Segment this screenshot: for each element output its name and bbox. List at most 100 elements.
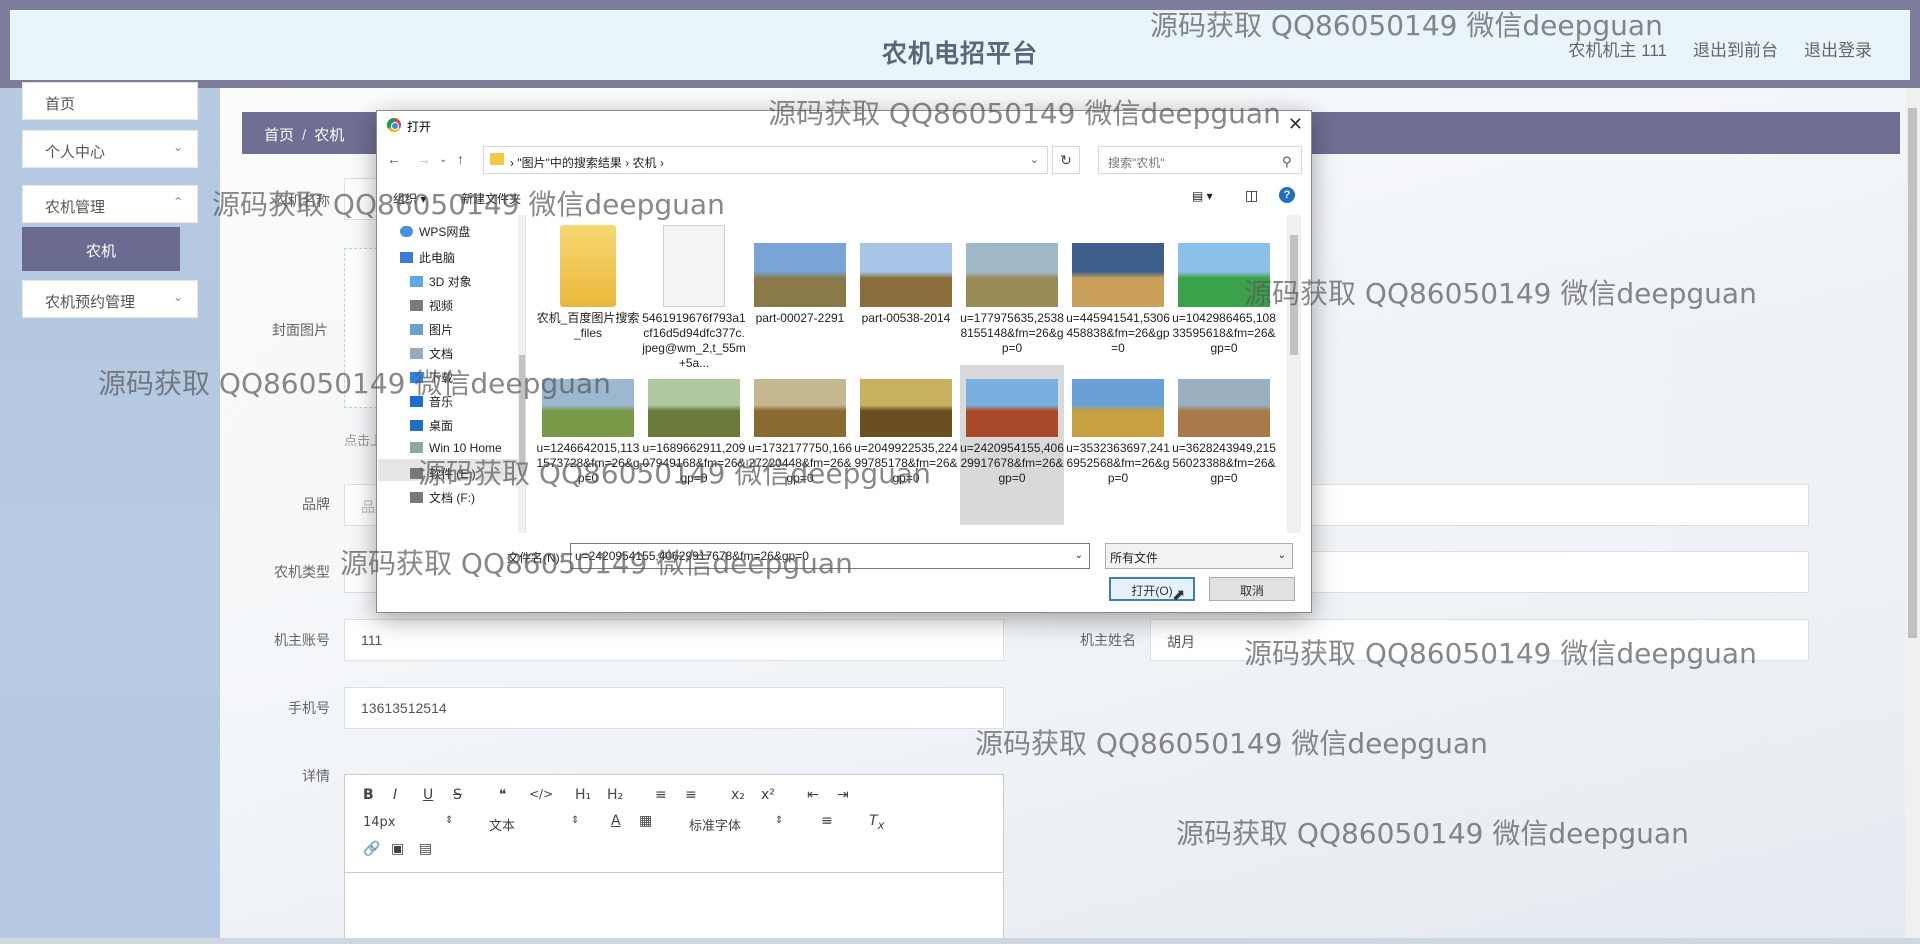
nav-item-video[interactable]: 视频: [410, 297, 453, 314]
organize-button[interactable]: 组织 ▾: [393, 190, 426, 207]
address-row: ← → ⌄ ↑ › "图片"中的搜索结果 › 农机 › ⌄ ↻ 搜索"农机": [377, 141, 1311, 177]
ordered-list-icon[interactable]: ≡: [655, 787, 667, 803]
file-item[interactable]: part-00538-2014: [854, 219, 958, 365]
file-item[interactable]: u=2049922535,22499785178&fm=26&gp=0: [854, 365, 958, 525]
help-icon[interactable]: ?: [1279, 187, 1295, 203]
h2-icon[interactable]: H₂: [607, 787, 623, 803]
image-thumbnail: [1178, 243, 1270, 307]
align-icon[interactable]: ≡: [821, 813, 833, 829]
owner-account-input[interactable]: 111: [344, 619, 1004, 661]
nav-item-3d[interactable]: 3D 对象: [410, 273, 472, 290]
nav-item-music[interactable]: 音乐: [410, 393, 453, 410]
file-item[interactable]: u=177975635,25388155148&fm=26&gp=0: [960, 219, 1064, 365]
sidebar-item-personal[interactable]: 个人中心 ⌄: [22, 130, 198, 168]
bullet-list-icon[interactable]: ≡: [685, 787, 697, 803]
link-icon[interactable]: 🔗: [363, 841, 380, 857]
video-icon[interactable]: ▤: [419, 841, 432, 857]
forward-icon[interactable]: →: [417, 151, 431, 167]
phone-input[interactable]: 13613512514: [344, 687, 1004, 729]
header-actions: 农机机主 111 退出到前台 退出登录: [1568, 36, 1872, 61]
image-icon[interactable]: ▣: [391, 841, 404, 857]
nav-item-wps[interactable]: WPS网盘: [400, 223, 470, 240]
file-item[interactable]: u=1732177750,16627220448&fm=26&gp=0: [748, 365, 852, 525]
italic-icon[interactable]: I: [393, 787, 397, 803]
close-icon[interactable]: ✕: [1288, 114, 1303, 135]
file-scrollbar[interactable]: [1287, 215, 1301, 533]
file-item[interactable]: part-00027-2291: [748, 219, 852, 365]
refresh-icon[interactable]: ↻: [1052, 146, 1080, 174]
strike-icon[interactable]: S: [453, 787, 462, 803]
nav-item-desktop[interactable]: 桌面: [410, 417, 453, 434]
view-icon[interactable]: ▤ ▾: [1192, 189, 1213, 203]
superscript-icon[interactable]: x²: [761, 787, 775, 803]
chevron-down-icon: ⌄: [172, 290, 183, 304]
file-item[interactable]: u=3628243949,21556023388&fm=26&gp=0: [1172, 365, 1276, 525]
code-icon[interactable]: </>: [529, 787, 553, 801]
filename-value: u=2420954155,40629917678&fm=26&gp=0: [575, 549, 809, 563]
sidebar-subitem-machine[interactable]: 农机: [22, 227, 180, 271]
file-item[interactable]: u=2420954155,40629917678&fm=26&gp=0: [960, 365, 1064, 525]
nav-item-downloads[interactable]: 下载: [410, 369, 453, 386]
chevron-down-icon[interactable]: ⌄: [1075, 550, 1083, 561]
sidebar-item-home[interactable]: 首页: [22, 82, 198, 120]
quote-icon[interactable]: ❝: [499, 787, 507, 803]
filename-input[interactable]: u=2420954155,40629917678&fm=26&gp=0 ⌄: [570, 543, 1090, 569]
nav-item-e-drive[interactable]: 软件 (E:): [410, 465, 476, 482]
subscript-icon[interactable]: x₂: [731, 787, 745, 803]
cancel-button[interactable]: 取消: [1209, 577, 1295, 601]
clear-format-icon[interactable]: Tx: [869, 813, 884, 832]
phone-label: 手机号: [288, 700, 330, 716]
background-color-icon[interactable]: ▦: [639, 813, 652, 829]
recent-chevron-icon[interactable]: ⌄: [439, 154, 447, 165]
bold-icon[interactable]: B: [363, 787, 374, 803]
file-item[interactable]: u=1689662911,20907949168&fm=26&gp=0: [642, 365, 746, 525]
address-bar[interactable]: › "图片"中的搜索结果 › 农机 › ⌄: [483, 146, 1048, 174]
underline-icon[interactable]: U: [423, 787, 433, 803]
nav-scrollbar-thumb[interactable]: [519, 355, 525, 475]
search-icon[interactable]: ⚲: [1282, 154, 1292, 170]
search-input[interactable]: 搜索"农机": [1098, 146, 1302, 174]
indent-icon[interactable]: ⇥: [837, 787, 849, 803]
computer-icon: [400, 252, 413, 263]
nav-item-pc[interactable]: 此电脑: [400, 249, 455, 266]
back-icon[interactable]: ←: [387, 151, 401, 167]
nav-scrollbar[interactable]: [518, 215, 525, 533]
page-scrollbar-thumb[interactable]: [1908, 108, 1917, 638]
new-folder-button[interactable]: 新建文件夹: [461, 190, 521, 207]
header-select[interactable]: 文本: [489, 815, 515, 834]
outdent-icon[interactable]: ⇤: [807, 787, 819, 803]
file-item[interactable]: u=1042986465,10833595618&fm=26&gp=0: [1172, 219, 1276, 365]
logout-link[interactable]: 退出登录: [1804, 36, 1872, 61]
file-item[interactable]: u=445941541,5306458838&fm=26&gp=0: [1066, 219, 1170, 365]
sidebar-item-booking-mgmt[interactable]: 农机预约管理 ⌄: [22, 280, 198, 318]
nav-item-pictures[interactable]: 图片: [410, 321, 453, 338]
file-scrollbar-thumb[interactable]: [1290, 235, 1298, 355]
font-size-select[interactable]: 14px: [363, 815, 396, 830]
font-family-select[interactable]: 标准字体: [689, 815, 741, 834]
up-icon[interactable]: ↑: [457, 151, 464, 167]
nav-item-f-drive[interactable]: 文档 (F:): [410, 489, 475, 506]
breadcrumb-home[interactable]: 首页: [264, 127, 294, 144]
file-item[interactable]: u=1246642015,1131573728&fm=26&gp=0: [536, 365, 640, 525]
name-label: 农机名称: [274, 193, 330, 209]
preview-pane-icon[interactable]: ◫: [1245, 187, 1258, 204]
file-item[interactable]: u=3532363697,2416952568&fm=26&gp=0: [1066, 365, 1170, 525]
owner-name-input[interactable]: 胡月: [1150, 619, 1809, 661]
path-segment[interactable]: 农机: [633, 156, 657, 170]
chevron-down-icon[interactable]: ⌄: [1030, 153, 1039, 166]
file-name: u=3532363697,2416952568&fm=26&gp=0: [1066, 441, 1170, 485]
file-item[interactable]: 5461919676f793a1cf16d5d94dfc377c.jpeg@wm…: [642, 219, 746, 370]
path-segment[interactable]: "图片"中的搜索结果: [517, 156, 622, 170]
h1-icon[interactable]: H₁: [575, 787, 591, 803]
nav-item-c-drive[interactable]: Win 10 Home: [410, 441, 502, 455]
rich-text-editor[interactable]: B I U S ❝ </> H₁ H₂ ≡ ≡ x₂ x² ⇤ ⇥ 14px ⇕…: [344, 774, 1004, 944]
filetype-select[interactable]: 所有文件 ⌄: [1105, 543, 1293, 569]
to-front-link[interactable]: 退出到前台: [1693, 36, 1778, 61]
file-name: u=2049922535,22499785178&fm=26&gp=0: [854, 441, 958, 485]
page-scrollbar[interactable]: [1905, 88, 1920, 944]
sidebar-item-machine-mgmt[interactable]: 农机管理 ⌃: [22, 185, 198, 223]
font-color-icon[interactable]: A: [611, 813, 621, 829]
file-item[interactable]: 农机_百度图片搜索_files: [536, 219, 640, 365]
header-panel: 农机电招平台 农机机主 111 退出到前台 退出登录: [10, 10, 1910, 80]
nav-item-docs[interactable]: 文档: [410, 345, 453, 362]
